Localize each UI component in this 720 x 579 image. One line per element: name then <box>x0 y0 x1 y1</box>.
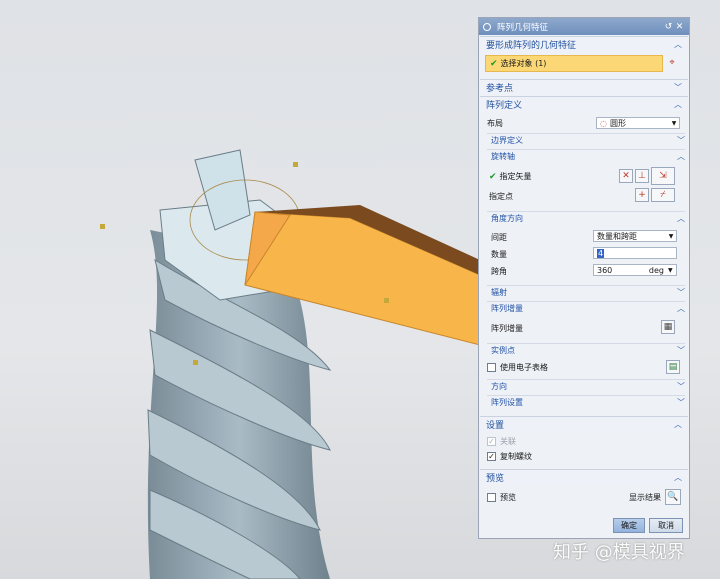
reverse-direction-icon[interactable]: ✕ <box>619 169 633 183</box>
circle-icon: ◌ <box>600 118 607 128</box>
copy-threads-checkbox[interactable]: ✓ <box>487 452 496 461</box>
subsection-instance-points[interactable]: 实例点 ﹀ <box>487 343 685 356</box>
chevron-up-icon[interactable]: ︿ <box>674 472 682 483</box>
watermark: 知乎 @模具视界 <box>553 542 685 563</box>
chevron-down-icon[interactable]: ﹀ <box>677 135 685 146</box>
check-icon: ✔ <box>490 58 498 69</box>
count-input[interactable]: 4 <box>593 247 677 259</box>
vector-dialog-icon[interactable]: ⊥ <box>635 169 649 183</box>
subsection-rotation-axis[interactable]: 旋转轴 ︿ <box>487 149 685 162</box>
use-spreadsheet-checkbox[interactable] <box>487 363 496 372</box>
chevron-up-icon[interactable]: ︿ <box>674 39 682 50</box>
associative-checkbox: ✓ <box>487 437 496 446</box>
section-preview[interactable]: 预览 ︿ <box>480 469 688 485</box>
subsection-radiation[interactable]: 辐射 ﹀ <box>487 285 685 298</box>
spacing-label: 间距 <box>491 233 507 242</box>
cancel-button[interactable]: 取消 <box>649 518 683 533</box>
span-unit[interactable]: deg <box>649 266 664 275</box>
chevron-down-icon: ▼ <box>668 232 674 240</box>
table-icon[interactable]: ▦ <box>661 320 675 334</box>
dialog-title: 阵列几何特征 <box>497 22 549 33</box>
subsection-angle-direction[interactable]: 角度方向 ︿ <box>487 211 685 224</box>
chevron-down-icon[interactable]: ﹀ <box>674 82 682 93</box>
point-type-icon[interactable]: ⌿ <box>651 188 675 202</box>
subsection-pattern-increment[interactable]: 阵列增量 ︿ <box>487 301 685 314</box>
preview-row[interactable]: 预览 <box>487 492 516 503</box>
count-label: 数量 <box>491 250 507 259</box>
section-settings[interactable]: 设置 ︿ <box>480 416 688 432</box>
chevron-down-icon[interactable]: ﹀ <box>677 287 685 298</box>
layout-label: 布局 <box>487 119 503 128</box>
dialog-titlebar: 阵列几何特征 ↺ ✕ <box>479 18 689 35</box>
copy-threads-row[interactable]: ✓ 复制螺纹 <box>487 451 532 462</box>
chevron-down-icon: ▼ <box>671 119 677 127</box>
chevron-down-icon: ▼ <box>668 266 673 274</box>
preview-checkbox[interactable] <box>487 493 496 502</box>
point-dialog-icon[interactable]: + <box>635 188 649 202</box>
chevron-up-icon[interactable]: ︿ <box>677 151 685 162</box>
specify-vector-row: ✔ 指定矢量 <box>489 171 532 182</box>
chevron-down-icon[interactable]: ﹀ <box>677 397 685 408</box>
section-geometry[interactable]: 要形成阵列的几何特征 ︿ <box>480 36 688 52</box>
span-label: 跨角 <box>491 267 507 276</box>
ok-button[interactable]: 确定 <box>613 518 645 533</box>
span-input[interactable]: 360 deg ▼ <box>593 264 677 276</box>
layout-select[interactable]: ◌ 圆形 ▼ <box>596 117 680 129</box>
magnifier-icon[interactable]: 🔍 <box>665 489 681 505</box>
specify-point-label: 指定点 <box>489 192 513 201</box>
subsection-pattern-settings[interactable]: 阵列设置 ﹀ <box>487 395 685 408</box>
section-reference-point[interactable]: 参考点 ﹀ <box>480 79 688 95</box>
chevron-up-icon[interactable]: ︿ <box>677 213 685 224</box>
chevron-up-icon[interactable]: ︿ <box>674 419 682 430</box>
use-spreadsheet-row[interactable]: 使用电子表格 <box>487 362 548 373</box>
vector-type-icon[interactable]: ⇲ <box>651 167 675 185</box>
close-icon[interactable]: ✕ <box>674 22 685 32</box>
select-object-field[interactable]: ✔ 选择对象 (1) <box>485 55 663 72</box>
associative-row: ✓ 关联 <box>487 437 516 446</box>
chevron-up-icon[interactable]: ︿ <box>677 303 685 314</box>
spreadsheet-icon[interactable]: ▤ <box>666 360 680 374</box>
crosshair-icon[interactable]: ⌖ <box>665 56 679 70</box>
show-result-label: 显示结果 <box>629 493 661 502</box>
chevron-down-icon[interactable]: ﹀ <box>677 345 685 356</box>
subsection-orientation[interactable]: 方向 ﹀ <box>487 379 685 392</box>
gear-icon <box>483 22 491 31</box>
check-icon: ✔ <box>489 171 497 182</box>
select-object-label: 选择对象 (1) <box>500 59 547 68</box>
spacing-select[interactable]: 数量和跨距 ▼ <box>593 230 677 242</box>
reset-icon[interactable]: ↺ <box>663 22 674 32</box>
pattern-geometry-dialog: 阵列几何特征 ↺ ✕ 要形成阵列的几何特征 ︿ ✔ 选择对象 (1) ⌖ 参考点… <box>478 17 690 539</box>
chevron-up-icon[interactable]: ︿ <box>674 99 682 110</box>
chevron-down-icon[interactable]: ﹀ <box>677 381 685 392</box>
subsection-boundary[interactable]: 边界定义 ﹀ <box>487 133 685 146</box>
section-pattern-definition[interactable]: 阵列定义 ︿ <box>480 96 688 112</box>
pattern-increment-label: 阵列增量 <box>491 324 523 333</box>
